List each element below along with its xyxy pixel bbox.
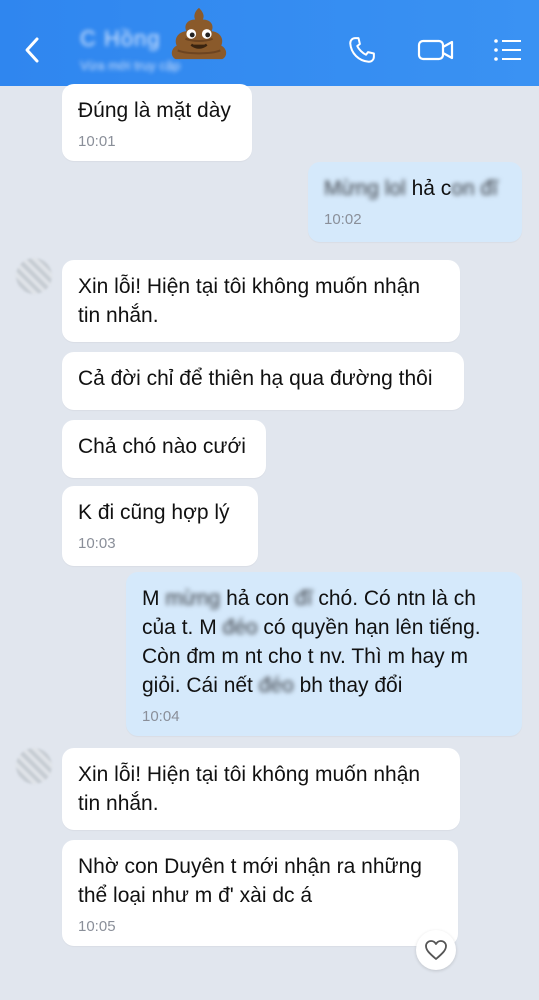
message-text-segment: hả con [220, 587, 295, 610]
message-text: Nhờ con Duyên t mới nhận ra những thể lo… [78, 852, 442, 910]
message-text-segment: Xin lỗi! Hiện tại tôi không muốn nhận ti… [78, 275, 421, 327]
received-message-bubble[interactable]: Đúng là mặt dày 10:01 [62, 84, 252, 161]
censored-text: mừng [165, 587, 221, 610]
received-message-bubble[interactable]: Nhờ con Duyên t mới nhận ra những thể lo… [62, 840, 458, 946]
contact-name: C Hồng [80, 26, 161, 51]
sent-message-bubble[interactable]: Mừng lol hả con đĩ 10:02 [308, 162, 522, 242]
chat-header: C Hồng Vừa mới truy cập [0, 0, 539, 86]
received-message-bubble[interactable]: Cả đời chỉ để thiên hạ qua đường thôi [62, 352, 464, 410]
heart-icon [425, 940, 447, 960]
message-text: Đúng là mặt dày [78, 96, 236, 125]
back-icon [25, 37, 39, 63]
contact-status: Vừa mới truy cập [80, 58, 181, 73]
message-timestamp: 10:02 [324, 211, 362, 228]
message-text: Chả chó nào cưới [78, 432, 250, 461]
menu-icon [494, 39, 521, 61]
message-timestamp: 10:04 [142, 708, 180, 725]
message-timestamp: 10:01 [78, 133, 116, 150]
message-text: Xin lỗi! Hiện tại tôi không muốn nhận ti… [78, 272, 444, 330]
message-text-segment: Cả đời chỉ để thiên hạ qua đường thôi [78, 367, 433, 390]
message-text-segment: Xin lỗi! Hiện tại tôi không muốn nhận ti… [78, 763, 421, 815]
message-timestamp: 10:05 [78, 918, 116, 935]
received-message-bubble[interactable]: Chả chó nào cưới [62, 420, 266, 478]
message-text-segment: M [142, 587, 166, 610]
censored-text: đéo [222, 616, 258, 639]
back-button[interactable] [14, 30, 50, 70]
poop-emoji-icon [171, 7, 227, 60]
message-text-segment: hả c [405, 177, 452, 200]
received-message-bubble[interactable]: Xin lỗi! Hiện tại tôi không muốn nhận ti… [62, 748, 460, 830]
video-icon [417, 39, 454, 61]
message-text-segment: Chả chó nào cưới [78, 435, 246, 458]
received-message-bubble[interactable]: K đi cũng hợp lý 10:03 [62, 486, 258, 566]
message-text-segment: K đi cũng hợp lý [78, 501, 230, 524]
message-text: K đi cũng hợp lý [78, 498, 242, 527]
censored-text: Mừng lol [324, 177, 406, 200]
censored-text: đĩ [294, 587, 313, 610]
sent-message-bubble[interactable]: M mừng hả con đĩ chó. Có ntn là ch của t… [126, 572, 522, 736]
message-text: M mừng hả con đĩ chó. Có ntn là ch của t… [142, 584, 506, 700]
contact-avatar[interactable] [16, 748, 52, 784]
message-timestamp: 10:03 [78, 535, 116, 552]
censored-text: đéo [258, 674, 294, 697]
censored-text: on [451, 177, 475, 200]
call-button[interactable] [342, 30, 382, 70]
contact-avatar[interactable] [16, 258, 52, 294]
message-text: Cả đời chỉ để thiên hạ qua đường thôi [78, 364, 448, 393]
message-text: Xin lỗi! Hiện tại tôi không muốn nhận ti… [78, 760, 444, 818]
message-text-segment [475, 177, 481, 200]
contact-title[interactable]: C Hồng Vừa mới truy cập [80, 26, 180, 73]
received-message-bubble[interactable]: Xin lỗi! Hiện tại tôi không muốn nhận ti… [62, 260, 460, 342]
message-text-segment: Đúng là mặt dày [78, 99, 231, 122]
phone-icon [349, 37, 375, 63]
options-menu-button[interactable] [488, 30, 528, 70]
video-call-button[interactable] [414, 30, 458, 70]
message-text-segment: bh thay đổi [293, 674, 403, 697]
censored-text: đĩ [480, 177, 499, 200]
react-heart-button[interactable] [416, 930, 456, 970]
message-text: Mừng lol hả con đĩ [324, 174, 506, 203]
message-text-segment: Nhờ con Duyên t mới nhận ra những thể lo… [78, 855, 422, 907]
